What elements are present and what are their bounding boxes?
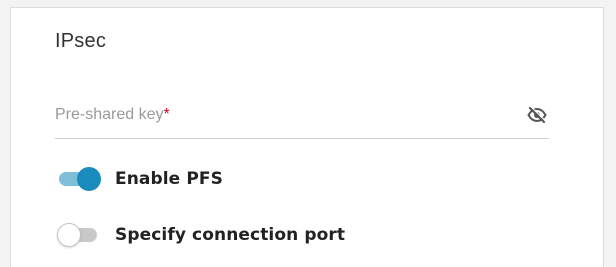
specify-port-toggle[interactable] [57,222,103,248]
enable-pfs-toggle[interactable] [57,166,103,192]
pre-shared-key-label-text: Pre-shared key [55,106,164,123]
specify-port-label: Specify connection port [115,225,346,245]
required-asterisk: * [163,106,170,123]
pre-shared-key-field[interactable]: Pre-shared key* [55,104,549,139]
toggle-knob [57,223,81,247]
enable-pfs-row: Enable PFS [57,166,223,192]
eye-slash-icon[interactable] [527,106,547,124]
specify-port-row: Specify connection port [57,222,345,248]
pre-shared-key-label: Pre-shared key* [55,106,170,124]
enable-pfs-label: Enable PFS [115,169,223,189]
section-title: IPsec [55,30,107,52]
toggle-knob [77,167,101,191]
ipsec-panel: IPsec Pre-shared key* Enable PFS Specify… [10,7,604,267]
